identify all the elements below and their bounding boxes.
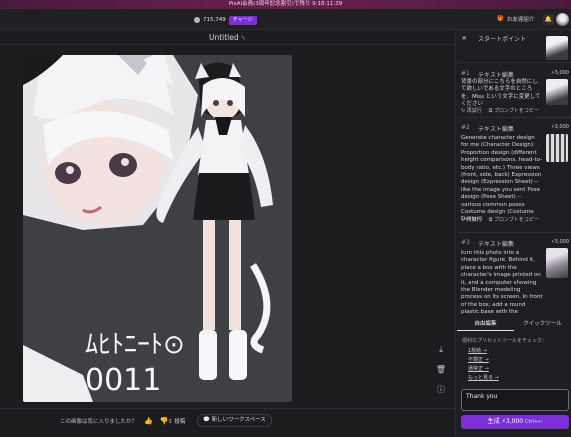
avatar[interactable] (556, 13, 569, 26)
tab-quick-tools[interactable]: クイックツール (514, 317, 571, 331)
preset-link[interactable]: もっと見る → (468, 374, 499, 381)
divider (457, 62, 571, 63)
history-num: #2 (461, 124, 470, 131)
page-title[interactable]: Untitled ✎ (0, 33, 455, 42)
feedback-question: この画像は気に入りましたか？ (60, 419, 138, 425)
history-cost: ⚡3,000 (551, 124, 569, 130)
history-prompt: turn this photo into a character figure.… (461, 250, 543, 317)
history-thumbnail[interactable] (546, 79, 568, 105)
download-icon[interactable]: ⤓ (435, 344, 447, 356)
mode-tabs: 自由編集 クイックツール (457, 317, 571, 331)
promo-banner[interactable]: PixAI会員(3周年記念割引)で残り 9:18:11:39 (0, 0, 571, 9)
thumbs-up-icon[interactable]: 👍 (144, 417, 153, 425)
chat-icon: 💬 (203, 417, 210, 423)
divider (0, 44, 455, 45)
history-num: #3 (461, 239, 470, 246)
generate-cost: ⚡3,000 (501, 418, 524, 425)
artwork-text-line2: 0011 (85, 363, 161, 398)
star-icon: ★ (461, 34, 468, 42)
header-bar (0, 9, 571, 30)
friend-label: お友達紹介 (506, 17, 535, 23)
credit-amount: 715,749 (203, 17, 226, 23)
history-prompt: Generate character design for me (Charac… (461, 135, 543, 223)
gift-icon: 🎁 (497, 16, 504, 22)
charge-button[interactable]: チャージ (228, 15, 257, 25)
trash-icon[interactable]: 🗑 (435, 364, 447, 376)
coin-icon (194, 17, 200, 23)
canvas-toolbar: ⤓ 🗑 ⓘ (434, 344, 448, 396)
post-label: 投稿 (174, 419, 186, 425)
preset-link[interactable]: 通常正 → (468, 365, 489, 372)
preset-link[interactable]: 不規正 → (468, 356, 489, 363)
copy-prompt-button[interactable]: ⧉ プロンプトをコピー (489, 107, 539, 114)
generate-label: 生成 (487, 418, 500, 425)
history-prompt: 背景の部分にこちらを自然にして欲しいである文字のところを、Miss という文字に… (461, 79, 541, 108)
history-item[interactable]: #3 テキスト編集 ⚡3,000 turn this photo into a … (457, 239, 571, 317)
new-workspace-label: 新しいワークスペース (211, 417, 266, 423)
generate-button[interactable]: 生成 ⚡3,000 Ctrl+↵ (461, 415, 569, 429)
new-workspace-button[interactable]: 💬 新しいワークスペース (197, 414, 272, 427)
friend-referral-link[interactable]: 🎁 お友達紹介 (497, 15, 534, 23)
generated-image[interactable]: ﾑﾋﾄﾆｰﾄ⊙ 0011 (23, 55, 292, 402)
history-cost: ⚡3,000 (551, 70, 569, 76)
retry-button[interactable]: ↻ 再試行 (461, 107, 482, 114)
preset-link[interactable]: 1枚絵 → (468, 347, 487, 354)
history-thumbnail[interactable] (546, 248, 568, 278)
title-text: Untitled (208, 33, 239, 42)
prompt-input[interactable]: Thank you (461, 389, 569, 411)
feedback-group: この画像は気に入りましたか？ 👍 👎 (60, 417, 168, 425)
preset-tools-label: 便利なプリセットツールをチェック： (462, 338, 548, 344)
edit-pen-icon[interactable]: ✎ (241, 35, 246, 42)
history-num: #1 (461, 70, 470, 77)
history-cost: ⚡3,000 (551, 239, 569, 245)
info-icon[interactable]: ⓘ (435, 384, 447, 396)
divider (457, 117, 571, 118)
tab-free-edit[interactable]: 自由編集 (457, 317, 514, 331)
retry-button[interactable]: ↻ 再試行 (461, 216, 482, 223)
shortcut-hint: Ctrl+↵ (524, 419, 543, 425)
history-item[interactable]: #2 テキスト編集 ⚡3,000 Generate character desi… (457, 124, 571, 234)
start-point-item[interactable]: ★ スタートポイント (457, 34, 571, 60)
copy-prompt-button[interactable]: ⧉ プロンプトをコピー (489, 216, 539, 223)
history-tag: テキスト編集 (478, 72, 514, 79)
artwork-illustration: ﾑﾋﾄﾆｰﾄ⊙ 0011 (23, 55, 292, 402)
credit-balance[interactable]: 715,749 チャージ (194, 15, 257, 25)
artwork-text-line1: ﾑﾋﾄﾆｰﾄ⊙ (85, 330, 185, 360)
share-icon: ⇪ (168, 419, 173, 425)
start-label: スタートポイント (478, 36, 527, 43)
history-tag: テキスト編集 (478, 241, 514, 248)
history-thumbnail[interactable] (546, 36, 568, 60)
history-item[interactable]: #1 テキスト編集 ⚡3,000 背景の部分にこちらを自然にして欲しいである文字… (457, 70, 571, 120)
divider (457, 232, 571, 233)
history-thumbnail[interactable] (546, 134, 568, 162)
post-button[interactable]: ⇪ 投稿 (168, 417, 185, 425)
history-tag: テキスト編集 (478, 126, 514, 133)
bell-icon[interactable]: 🔔 (543, 14, 554, 25)
